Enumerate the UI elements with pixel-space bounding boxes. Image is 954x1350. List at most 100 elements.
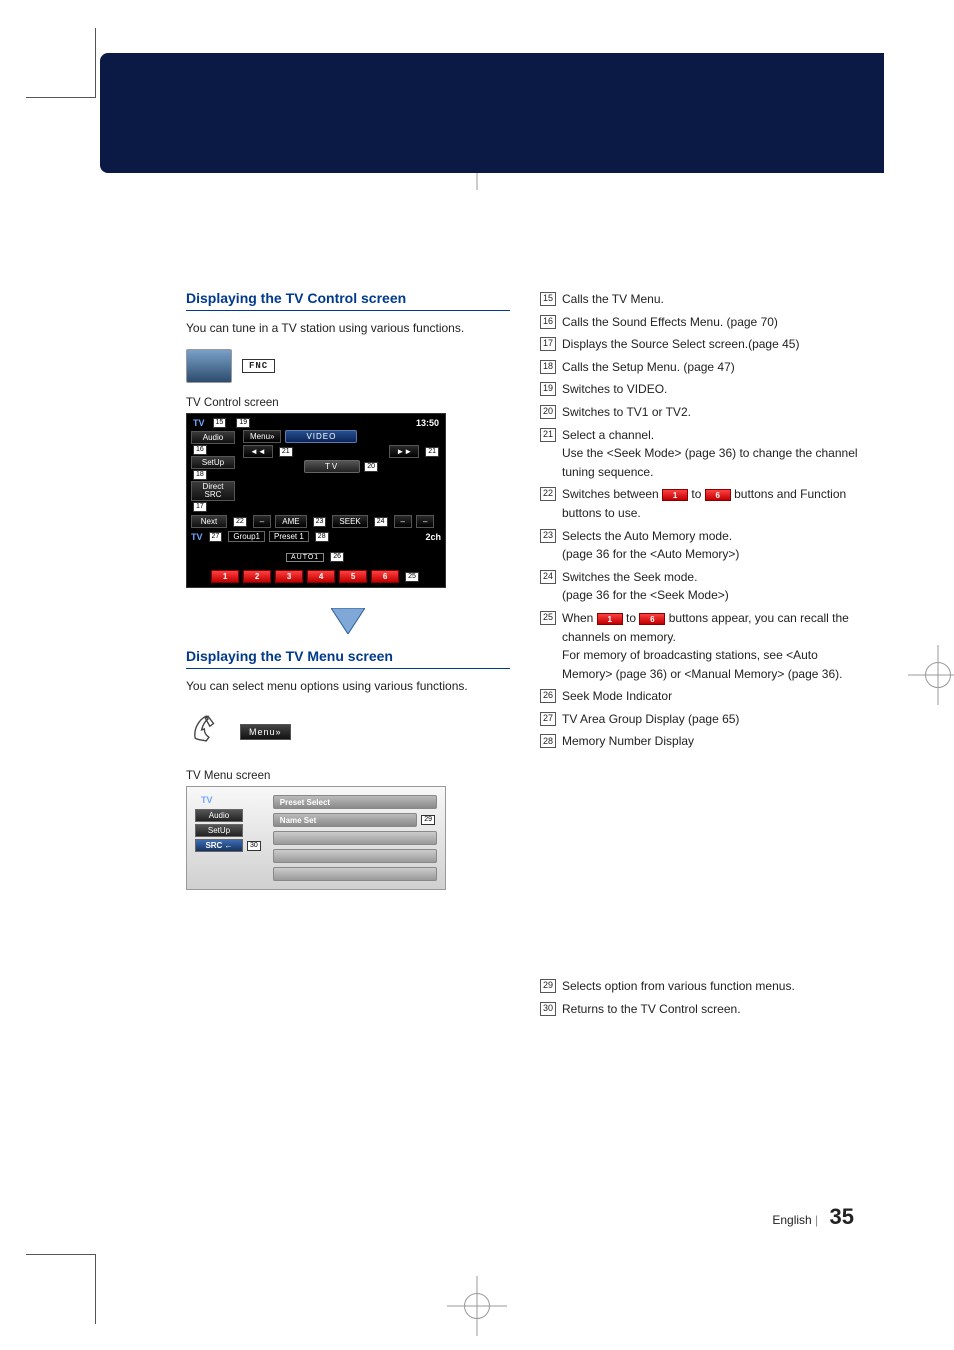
marker-25: 25 [405, 572, 419, 582]
menu-button[interactable]: Menu» [240, 724, 291, 740]
dev-dash-2[interactable]: – [394, 515, 412, 528]
callout-number: 23 [540, 529, 556, 543]
section-intro-control: You can tune in a TV station using vario… [186, 319, 510, 337]
crosshair-right [908, 645, 954, 705]
down-arrow-icon [186, 608, 510, 634]
dev-tv2: TV [191, 532, 203, 542]
callout-number: 30 [540, 1002, 556, 1016]
content: Displaying the TV Control screen You can… [186, 290, 864, 1022]
callout-text: Displays the Source Select screen.(page … [562, 335, 864, 354]
dev-next-button[interactable]: ►► [389, 445, 419, 458]
callout-number: 28 [540, 734, 556, 748]
dev-tv-label: TV [193, 418, 205, 428]
callout-number: 27 [540, 712, 556, 726]
dev-preset-5[interactable]: 5 [339, 570, 367, 583]
d2-slot-5[interactable] [273, 867, 437, 881]
dev-audio-button[interactable]: Audio [191, 431, 235, 444]
crosshair-bottom [447, 1276, 507, 1336]
footer-page-number: 35 [830, 1204, 854, 1229]
marker-15: 15 [213, 418, 227, 428]
header-band [130, 53, 884, 173]
callout-item: 24Switches the Seek mode.(page 36 for th… [540, 568, 864, 605]
d2-tv-label: TV [201, 795, 263, 805]
fnc-button[interactable]: FNC [242, 359, 275, 373]
d2-preset-select[interactable]: Preset Select [273, 795, 437, 809]
dev-prev-button[interactable]: ◄◄ [243, 445, 273, 458]
dev-time: 13:50 [416, 418, 439, 428]
dev-ame-button[interactable]: AME [275, 515, 306, 528]
callout-number: 29 [540, 979, 556, 993]
callout-text: Select a channel.Use the <Seek Mode> (pa… [562, 426, 864, 482]
marker-26: 26 [330, 552, 344, 562]
caption-menu-screen: TV Menu screen [186, 770, 510, 782]
callout-item: 30 Returns to the TV Control screen. [540, 1000, 864, 1019]
thumbnail-image [186, 349, 232, 383]
callout-text: Selects the Auto Memory mode.(page 36 fo… [562, 527, 864, 564]
d2-name-set[interactable]: Name Set [273, 813, 417, 827]
section-menu: Displaying the TV Menu screen You can se… [186, 648, 510, 890]
red-button-inline: 6 [639, 613, 665, 625]
callout-item: 29 Selects option from various function m… [540, 977, 864, 996]
callout-item: 27 TV Area Group Display (page 65) [540, 710, 864, 729]
dev-dash-3[interactable]: – [416, 515, 434, 528]
dev-setup-button[interactable]: SetUp [191, 456, 235, 469]
d2-slot-3[interactable] [273, 831, 437, 845]
callout-item: 19 Switches to VIDEO. [540, 380, 864, 399]
callout-item: 16Calls the Sound Effects Menu. (page 70… [540, 313, 864, 332]
callout-item: 26 Seek Mode Indicator [540, 687, 864, 706]
callout-text: Selects option from various function men… [562, 977, 864, 996]
dev-dash-1[interactable]: – [253, 515, 271, 528]
callout-text: TV Area Group Display (page 65) [562, 710, 864, 729]
right-column: 15Calls the TV Menu.16Calls the Sound Ef… [540, 290, 864, 1022]
dev-preset-4[interactable]: 4 [307, 570, 335, 583]
dev-seek-button[interactable]: SEEK [332, 515, 367, 528]
d2-audio-button[interactable]: Audio [195, 809, 243, 822]
dev-group: Group1 [228, 531, 265, 542]
dev-preset-6[interactable]: 6 [371, 570, 399, 583]
callout-text: Switches the Seek mode.(page 36 for the … [562, 568, 864, 605]
footer-lang: English [772, 1213, 811, 1227]
d2-slot-4[interactable] [273, 849, 437, 863]
callout-number: 21 [540, 428, 556, 442]
dev-preset-3[interactable]: 3 [275, 570, 303, 583]
marker-16: 16 [193, 445, 207, 455]
callout-text: Switches between 1 to 6 buttons and Func… [562, 485, 864, 522]
red-button-inline: 1 [597, 613, 623, 625]
dev-tv-pill[interactable]: TV [304, 460, 360, 473]
dev-preset-1[interactable]: 1 [211, 570, 239, 583]
callout-text: Calls the Setup Menu. (page 47) [562, 358, 864, 377]
dev-channel: 2ch [425, 532, 441, 542]
red-button-inline: 6 [705, 489, 731, 501]
section-title-control: Displaying the TV Control screen [186, 290, 510, 311]
dev-auto-indicator: AUTO1 [286, 553, 324, 562]
callout-number: 26 [540, 689, 556, 703]
marker-19: 19 [236, 418, 250, 428]
dev-video-pill[interactable]: VIDEO [285, 430, 357, 443]
callout-number: 17 [540, 337, 556, 351]
section-control: Displaying the TV Control screen You can… [186, 290, 510, 588]
callout-number: 16 [540, 315, 556, 329]
marker-24: 24 [374, 517, 388, 527]
callout-number: 19 [540, 382, 556, 396]
dev-next-page-button[interactable]: Next [191, 515, 227, 528]
d2-setup-button[interactable]: SetUp [195, 824, 243, 837]
dev-preset: Preset 1 [269, 531, 309, 542]
callout-item: 28Memory Number Display [540, 732, 864, 751]
callout-text: Seek Mode Indicator [562, 687, 864, 706]
callout-item: 25When 1 to 6 buttons appear, you can re… [540, 609, 864, 683]
hand-icon [186, 707, 230, 756]
tv-menu-screen: TV Audio SetUp SRC ← 30 Preset Select Na… [186, 786, 446, 890]
callout-number: 25 [540, 611, 556, 625]
dev-menu-button[interactable]: Menu» [243, 430, 281, 443]
dev-direct-src-button[interactable]: Direct SRC [191, 481, 235, 501]
callout-text: Returns to the TV Control screen. [562, 1000, 864, 1019]
tv-control-screen: TV 15 19 13:50 Audio 16 SetUp 18 Direct … [186, 413, 446, 588]
left-column: Displaying the TV Control screen You can… [186, 290, 510, 1022]
marker-17: 17 [193, 502, 207, 512]
callout-number: 15 [540, 292, 556, 306]
fnc-row: FNC [186, 349, 510, 383]
dev-preset-2[interactable]: 2 [243, 570, 271, 583]
callout-item: 22Switches between 1 to 6 buttons and Fu… [540, 485, 864, 522]
d2-src-button[interactable]: SRC ← [195, 839, 243, 852]
callout-text: Switches to VIDEO. [562, 380, 864, 399]
